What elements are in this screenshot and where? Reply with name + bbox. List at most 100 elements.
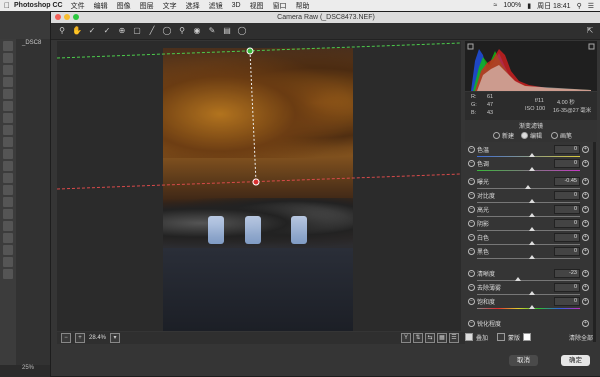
zoom-tool-icon[interactable]: [3, 269, 13, 279]
decrease-icon[interactable]: −: [468, 192, 475, 199]
zoom-in-icon[interactable]: +: [75, 333, 85, 343]
spot-removal-icon[interactable]: ⚲: [177, 26, 187, 36]
app-name[interactable]: Photoshop CC: [14, 2, 63, 9]
clock[interactable]: 周日 18:41: [537, 1, 570, 11]
decrease-icon[interactable]: −: [468, 178, 475, 185]
gradient-axis-line[interactable]: [249, 50, 257, 183]
close-icon[interactable]: [55, 14, 61, 20]
clear-all-button[interactable]: 清除全部: [569, 333, 593, 342]
menu-select[interactable]: 选择: [186, 1, 200, 11]
zoom-icon[interactable]: [73, 14, 79, 20]
eyedropper-tool-icon[interactable]: [3, 101, 13, 111]
battery-icon[interactable]: ▮: [527, 2, 531, 10]
mode-new[interactable]: 新建: [493, 131, 514, 140]
ok-button[interactable]: 确定: [561, 355, 590, 366]
slider-value[interactable]: 0: [554, 247, 580, 256]
increase-icon[interactable]: +: [582, 146, 589, 153]
slider-value[interactable]: -23: [554, 269, 580, 278]
menu-3d[interactable]: 3D: [232, 2, 241, 9]
slider-exposure[interactable]: − 曝光 -0.45 +: [465, 177, 597, 192]
decrease-icon[interactable]: −: [468, 298, 475, 305]
red-eye-icon[interactable]: ◉: [192, 26, 202, 36]
slider-blacks[interactable]: − 黑色 0 +: [465, 247, 597, 262]
decrease-icon[interactable]: −: [468, 248, 475, 255]
move-tool-icon[interactable]: [3, 41, 13, 51]
slider-value[interactable]: 0: [554, 191, 580, 200]
increase-icon[interactable]: +: [582, 220, 589, 227]
slider-value[interactable]: 0: [554, 159, 580, 168]
targeted-adjust-icon[interactable]: ⊕: [117, 26, 127, 36]
brush-tool-icon[interactable]: [3, 125, 13, 135]
decrease-icon[interactable]: −: [468, 270, 475, 277]
slider-thumb[interactable]: [529, 305, 535, 309]
quick-select-tool-icon[interactable]: [3, 77, 13, 87]
wifi-icon[interactable]: ≈: [494, 2, 498, 9]
history-brush-icon[interactable]: [3, 149, 13, 159]
shape-tool-icon[interactable]: [3, 245, 13, 255]
increase-icon[interactable]: +: [582, 178, 589, 185]
menu-help[interactable]: 帮助: [296, 1, 310, 11]
transform-icon[interactable]: ◯: [162, 26, 172, 36]
red-pin-icon[interactable]: [252, 178, 260, 186]
menu-type[interactable]: 文字: [163, 1, 177, 11]
mask-color-swatch[interactable]: [523, 333, 532, 341]
straighten-icon[interactable]: ╱: [147, 26, 157, 36]
mask-checkbox[interactable]: [497, 333, 506, 341]
crop-tool-icon[interactable]: [3, 89, 13, 99]
slider-highlights[interactable]: − 高光 0 +: [465, 205, 597, 220]
radial-filter-icon[interactable]: ◯: [237, 26, 247, 36]
increase-icon[interactable]: +: [582, 298, 589, 305]
slider-thumb[interactable]: [529, 241, 535, 245]
decrease-icon[interactable]: −: [468, 146, 475, 153]
pen-tool-icon[interactable]: [3, 209, 13, 219]
search-icon[interactable]: ⚲: [577, 2, 582, 10]
slider-thumb[interactable]: [525, 185, 531, 189]
cancel-button[interactable]: 取消: [509, 355, 538, 366]
healing-tool-icon[interactable]: [3, 113, 13, 123]
zoom-level[interactable]: 28.4%: [89, 335, 106, 341]
dodge-tool-icon[interactable]: [3, 197, 13, 207]
increase-icon[interactable]: +: [582, 320, 589, 327]
hand-tool-icon[interactable]: ✋: [72, 26, 82, 36]
stamp-tool-icon[interactable]: [3, 137, 13, 147]
slider-thumb[interactable]: [529, 227, 535, 231]
decrease-icon[interactable]: −: [468, 160, 475, 167]
list-icon[interactable]: ☰: [588, 2, 594, 10]
decrease-icon[interactable]: −: [468, 320, 475, 327]
slider-dehaze[interactable]: − 去除薄雾 0 +: [465, 283, 597, 298]
menu-file[interactable]: 文件: [71, 1, 85, 11]
minimize-icon[interactable]: [64, 14, 70, 20]
decrease-icon[interactable]: −: [468, 234, 475, 241]
zoom-dropdown-icon[interactable]: ▾: [110, 333, 121, 343]
type-tool-icon[interactable]: [3, 221, 13, 231]
zoom-out-icon[interactable]: −: [61, 333, 71, 343]
toggle-preview-icon[interactable]: ▦: [437, 333, 447, 343]
slider-thumb[interactable]: [529, 199, 535, 203]
image-preview[interactable]: [57, 41, 461, 331]
increase-icon[interactable]: +: [582, 270, 589, 277]
increase-icon[interactable]: +: [582, 206, 589, 213]
apple-icon[interactable]: : [0, 1, 14, 10]
slider-thumb[interactable]: [529, 255, 535, 259]
slider-temperature[interactable]: − 色温 0 +: [465, 145, 597, 160]
adjustment-brush-icon[interactable]: ✎: [207, 26, 217, 36]
increase-icon[interactable]: +: [582, 234, 589, 241]
document-tab[interactable]: _DSC8: [22, 40, 41, 46]
slider-thumb[interactable]: [515, 277, 521, 281]
green-guide-line[interactable]: [57, 42, 461, 59]
swap-icon[interactable]: ⇅: [413, 333, 423, 343]
menu-filter[interactable]: 滤镜: [209, 1, 223, 11]
mode-edit[interactable]: 编辑: [521, 131, 542, 140]
menu-window[interactable]: 窗口: [273, 1, 287, 11]
eraser-tool-icon[interactable]: [3, 161, 13, 171]
color-sampler-icon[interactable]: ✓: [102, 26, 112, 36]
fullscreen-icon[interactable]: ⇱: [585, 26, 595, 36]
slider-value[interactable]: -0.45: [554, 177, 580, 186]
gradient-tool-icon[interactable]: [3, 173, 13, 183]
slider-shadows[interactable]: − 阴影 0 +: [465, 219, 597, 234]
slider-value[interactable]: 0: [554, 205, 580, 214]
slider-clarity[interactable]: − 清晰度 -23 +: [465, 269, 597, 284]
slider-thumb[interactable]: [529, 213, 535, 217]
hand-tool-icon[interactable]: [3, 257, 13, 267]
menu-image[interactable]: 图像: [117, 1, 131, 11]
